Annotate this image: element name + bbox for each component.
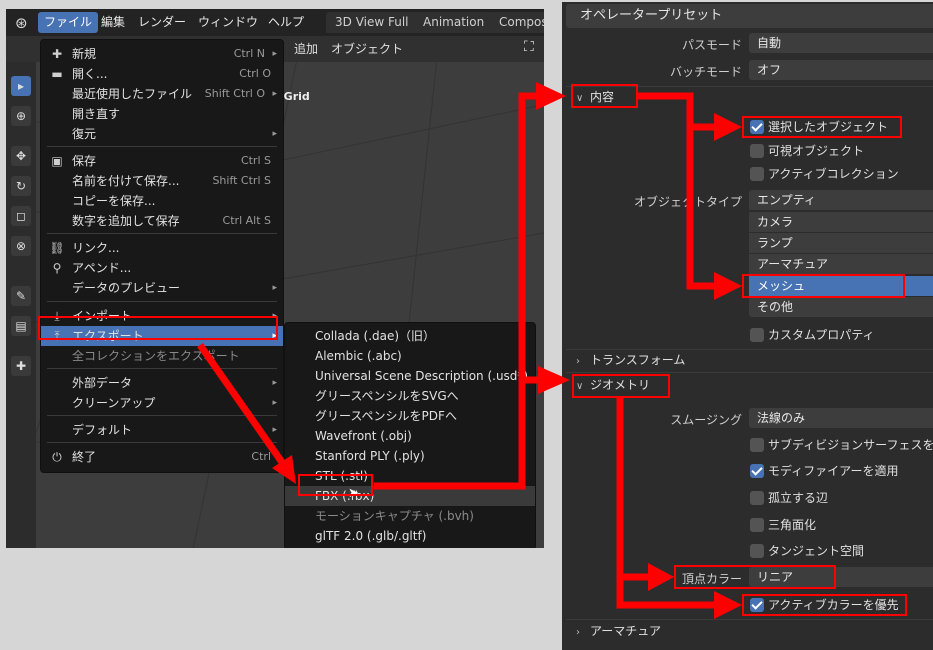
arrowhead: [714, 272, 742, 300]
arrow-export-to-fbx: [197, 342, 289, 471]
arrow-geometry-to-prioritize: [616, 577, 716, 609]
arrowhead: [536, 82, 566, 110]
arrow-fbx-to-include: [374, 92, 538, 490]
annotation-arrows: [197, 82, 742, 619]
arrowhead: [538, 366, 570, 394]
arrow-include-to-selected: [638, 92, 716, 131]
arrowhead: [648, 563, 674, 591]
arrow-geometry-to-vertex-color: [616, 398, 650, 581]
arrow-include-to-mesh: [686, 127, 716, 290]
arrowhead: [714, 113, 742, 141]
arrowhead: [714, 591, 742, 619]
